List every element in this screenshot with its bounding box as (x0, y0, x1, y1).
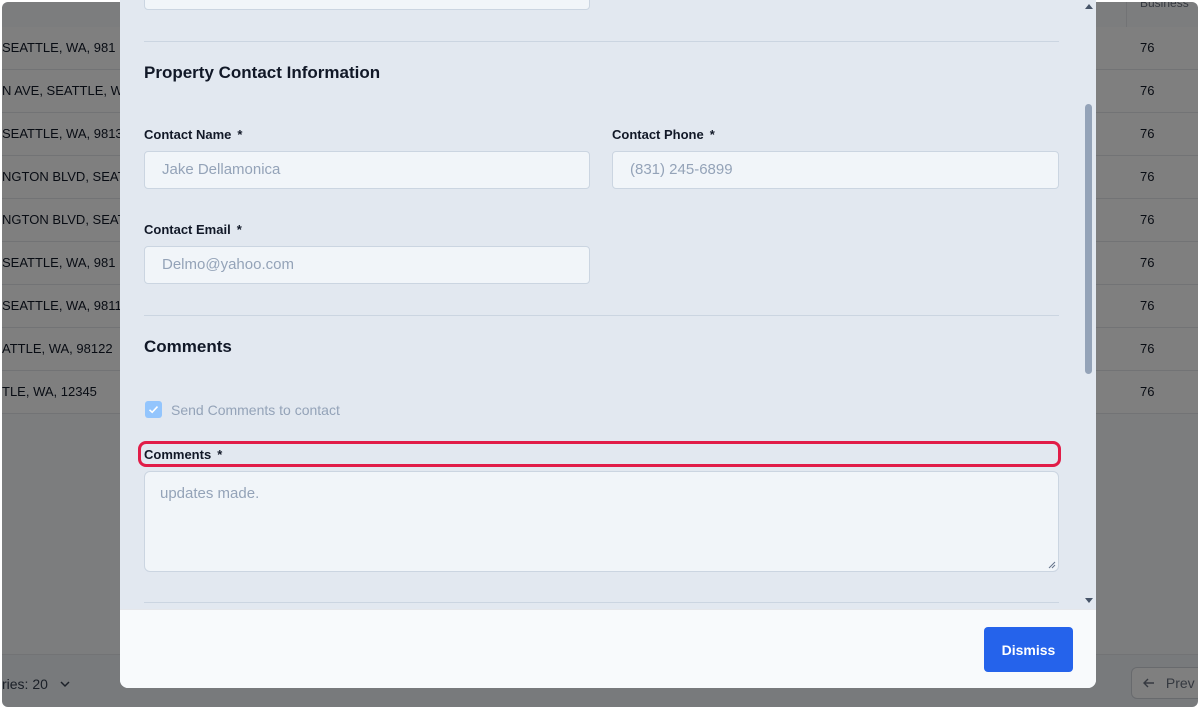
contact-phone-label-text: Contact Phone (612, 127, 704, 142)
modal-scrollbar[interactable] (1080, 0, 1096, 609)
section-divider (144, 315, 1059, 316)
comments-text: updates made. (160, 485, 260, 502)
annotation-highlight (138, 441, 1061, 467)
contact-email-label-text: Contact Email (144, 222, 231, 237)
section-divider (144, 602, 1059, 603)
comments-textarea[interactable]: updates made. (144, 471, 1059, 572)
resize-grip-icon[interactable] (1047, 560, 1056, 569)
checkmark-icon (148, 406, 159, 414)
modal-body: Property Contact Information Contact Nam… (120, 0, 1096, 609)
contact-email-label: Contact Email * (144, 222, 242, 237)
contact-phone-label: Contact Phone * (612, 127, 715, 142)
scrollbar-thumb[interactable] (1085, 104, 1092, 374)
contact-email-input[interactable]: Delmo@yahoo.com (144, 246, 590, 284)
previous-field-input[interactable] (144, 0, 590, 10)
scroll-down-arrow-icon[interactable] (1084, 597, 1094, 605)
contact-phone-input[interactable]: (831) 245-6899 (612, 151, 1059, 189)
send-comments-checkbox[interactable] (145, 401, 162, 418)
required-mark: * (709, 127, 715, 142)
section-title-comments: Comments (144, 337, 232, 356)
required-mark: * (236, 222, 242, 237)
contact-name-input[interactable]: Jake Dellamonica (144, 151, 590, 189)
contact-name-label: Contact Name * (144, 127, 242, 142)
modal-dialog: Property Contact Information Contact Nam… (120, 0, 1096, 688)
scroll-up-arrow-icon[interactable] (1084, 2, 1094, 10)
section-title-contact: Property Contact Information (144, 63, 381, 82)
section-divider (144, 41, 1059, 42)
modal-footer: Dismiss (120, 609, 1096, 688)
dismiss-button[interactable]: Dismiss (984, 627, 1073, 672)
contact-name-label-text: Contact Name (144, 127, 232, 142)
send-comments-label: Send Comments to contact (171, 402, 340, 418)
required-mark: * (237, 127, 243, 142)
